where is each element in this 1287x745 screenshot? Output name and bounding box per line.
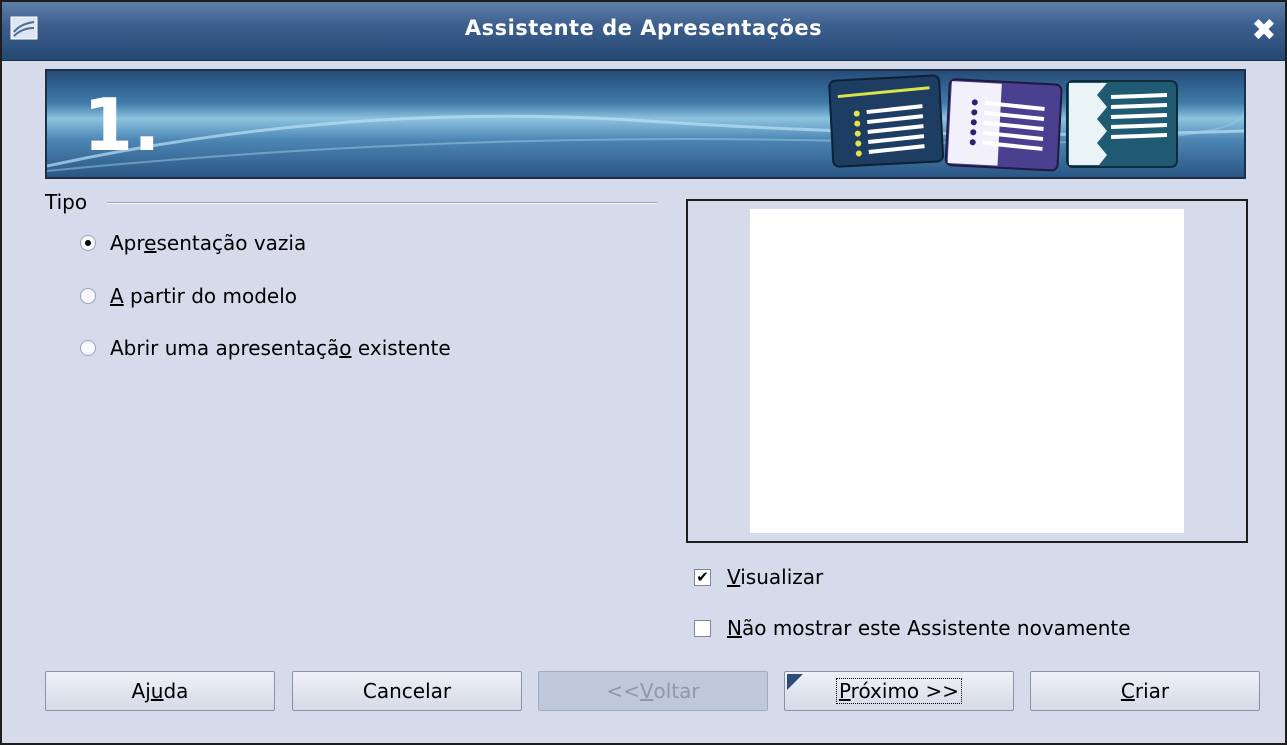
radio-label: Abrir uma apresentação existente [110,336,451,360]
slide-icon-1 [828,74,945,168]
default-button-indicator [787,674,803,690]
group-separator [107,202,657,204]
preview-frame [686,199,1248,543]
slide-icon-3 [1066,80,1178,168]
radio-from-template[interactable]: A partir do modelo [80,282,297,310]
checkbox-label: Visualizar [727,565,824,589]
window-title: Assistente de Apresentações [464,16,823,40]
type-group-label: Tipo [45,190,88,214]
radio-button-checked[interactable] [80,235,96,251]
presentation-wizard-dialog: Assistente de Apresentações ✖ 1. Tipo Ap… [0,0,1287,745]
checkbox[interactable] [694,619,711,637]
create-button[interactable]: Criar [1030,671,1260,711]
checkbox-checked[interactable]: ✔ [694,568,711,586]
back-button[interactable]: << Voltar [538,671,768,711]
cancel-button[interactable]: Cancelar [292,671,522,711]
banner-art [47,74,1244,172]
radio-button[interactable] [80,340,96,356]
checkbox-label: Não mostrar este Assistente novamente [727,616,1131,640]
radio-label: A partir do modelo [110,284,297,308]
checkbox-preview[interactable]: ✔ Visualizar [694,563,823,591]
step-number: 1. [83,83,161,167]
radio-button[interactable] [80,288,96,304]
slide-icon-2 [944,78,1063,172]
radio-empty-presentation[interactable]: Apresentação vazia [80,229,306,257]
title-bar[interactable]: Assistente de Apresentações ✖ [2,2,1285,61]
radio-open-existing[interactable]: Abrir uma apresentação existente [80,334,451,362]
preview-page [750,209,1184,533]
checkbox-dont-show-again[interactable]: Não mostrar este Assistente novamente [694,614,1131,642]
close-icon[interactable]: ✖ [1249,16,1279,46]
radio-label: Apresentação vazia [110,231,307,255]
help-button[interactable]: Aj u da [45,671,275,711]
next-button[interactable]: Próximo >> [784,671,1014,711]
wizard-banner: 1. [45,69,1246,179]
